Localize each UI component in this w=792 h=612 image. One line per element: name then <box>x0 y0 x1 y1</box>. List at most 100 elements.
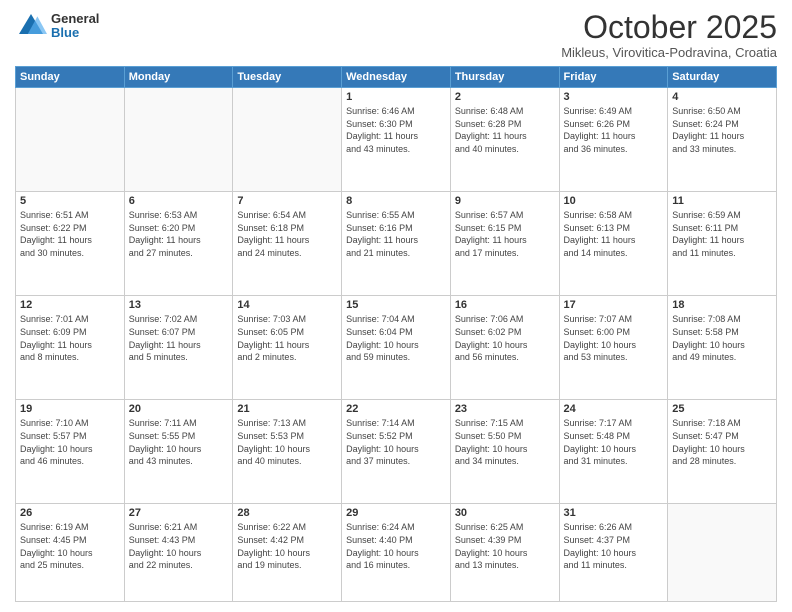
day-info: Sunrise: 6:22 AM Sunset: 4:42 PM Dayligh… <box>237 521 337 571</box>
day-number: 30 <box>455 507 555 519</box>
table-row: 24 Sunrise: 7:17 AM Sunset: 5:48 PM Dayli… <box>559 400 668 504</box>
day-number: 27 <box>129 507 229 519</box>
day-number: 8 <box>346 195 446 207</box>
day-info: Sunrise: 7:02 AM Sunset: 6:07 PM Dayligh… <box>129 313 229 363</box>
table-row: 19 Sunrise: 7:10 AM Sunset: 5:57 PM Dayli… <box>16 400 125 504</box>
day-number: 11 <box>672 195 772 207</box>
day-number: 1 <box>346 91 446 103</box>
day-number: 9 <box>455 195 555 207</box>
table-row: 2Sunrise: 6:48 AM Sunset: 6:28 PM Daylig… <box>450 88 559 192</box>
day-info: Sunrise: 6:58 AM Sunset: 6:13 PM Dayligh… <box>564 209 664 259</box>
col-tuesday: Tuesday <box>233 67 342 88</box>
col-monday: Monday <box>124 67 233 88</box>
day-number: 28 <box>237 507 337 519</box>
page: General Blue October 2025 Mikleus, Virov… <box>0 0 792 612</box>
day-number: 24 <box>564 403 664 415</box>
day-number: 19 <box>20 403 120 415</box>
table-row: 23 Sunrise: 7:15 AM Sunset: 5:50 PM Dayli… <box>450 400 559 504</box>
title-section: October 2025 Mikleus, Virovitica-Podravi… <box>561 10 777 60</box>
table-row <box>233 88 342 192</box>
logo-general-text: General <box>51 12 99 26</box>
calendar-week-row: 19 Sunrise: 7:10 AM Sunset: 5:57 PM Dayli… <box>16 400 777 504</box>
table-row: 31Sunrise: 6:26 AM Sunset: 4:37 PM Dayli… <box>559 504 668 602</box>
day-info: Sunrise: 6:50 AM Sunset: 6:24 PM Dayligh… <box>672 105 772 155</box>
col-thursday: Thursday <box>450 67 559 88</box>
table-row: 9 Sunrise: 6:57 AM Sunset: 6:15 PM Daylig… <box>450 192 559 296</box>
logo: General Blue <box>15 10 99 42</box>
day-info: Sunrise: 7:03 AM Sunset: 6:05 PM Dayligh… <box>237 313 337 363</box>
day-info: Sunrise: 7:11 AM Sunset: 5:55 PM Dayligh… <box>129 417 229 467</box>
day-info: Sunrise: 6:49 AM Sunset: 6:26 PM Dayligh… <box>564 105 664 155</box>
table-row: 3Sunrise: 6:49 AM Sunset: 6:26 PM Daylig… <box>559 88 668 192</box>
day-number: 29 <box>346 507 446 519</box>
table-row: 25Sunrise: 7:18 AM Sunset: 5:47 PM Dayli… <box>668 400 777 504</box>
day-info: Sunrise: 7:07 AM Sunset: 6:00 PM Dayligh… <box>564 313 664 363</box>
day-number: 7 <box>237 195 337 207</box>
day-number: 10 <box>564 195 664 207</box>
col-saturday: Saturday <box>668 67 777 88</box>
day-info: Sunrise: 6:48 AM Sunset: 6:28 PM Dayligh… <box>455 105 555 155</box>
month-title: October 2025 <box>561 10 777 45</box>
day-info: Sunrise: 7:10 AM Sunset: 5:57 PM Dayligh… <box>20 417 120 467</box>
day-number: 18 <box>672 299 772 311</box>
day-number: 5 <box>20 195 120 207</box>
day-info: Sunrise: 6:57 AM Sunset: 6:15 PM Dayligh… <box>455 209 555 259</box>
logo-icon <box>15 10 47 42</box>
table-row: 5 Sunrise: 6:51 AM Sunset: 6:22 PM Daylig… <box>16 192 125 296</box>
table-row: 8 Sunrise: 6:55 AM Sunset: 6:16 PM Daylig… <box>342 192 451 296</box>
day-info: Sunrise: 6:55 AM Sunset: 6:16 PM Dayligh… <box>346 209 446 259</box>
table-row: 10 Sunrise: 6:58 AM Sunset: 6:13 PM Dayli… <box>559 192 668 296</box>
day-info: Sunrise: 7:08 AM Sunset: 5:58 PM Dayligh… <box>672 313 772 363</box>
day-info: Sunrise: 6:59 AM Sunset: 6:11 PM Dayligh… <box>672 209 772 259</box>
day-number: 16 <box>455 299 555 311</box>
day-number: 31 <box>564 507 664 519</box>
table-row: 20 Sunrise: 7:11 AM Sunset: 5:55 PM Dayli… <box>124 400 233 504</box>
day-number: 17 <box>564 299 664 311</box>
day-number: 6 <box>129 195 229 207</box>
table-row: 28 Sunrise: 6:22 AM Sunset: 4:42 PM Dayli… <box>233 504 342 602</box>
table-row: 13 Sunrise: 7:02 AM Sunset: 6:07 PM Dayli… <box>124 296 233 400</box>
table-row: 11 Sunrise: 6:59 AM Sunset: 6:11 PM Dayli… <box>668 192 777 296</box>
table-row <box>668 504 777 602</box>
day-info: Sunrise: 6:53 AM Sunset: 6:20 PM Dayligh… <box>129 209 229 259</box>
day-number: 23 <box>455 403 555 415</box>
calendar-header-row: Sunday Monday Tuesday Wednesday Thursday… <box>16 67 777 88</box>
table-row: 30Sunrise: 6:25 AM Sunset: 4:39 PM Dayli… <box>450 504 559 602</box>
table-row: 26 Sunrise: 6:19 AM Sunset: 4:45 PM Dayli… <box>16 504 125 602</box>
day-number: 13 <box>129 299 229 311</box>
calendar: Sunday Monday Tuesday Wednesday Thursday… <box>15 66 777 602</box>
day-info: Sunrise: 6:19 AM Sunset: 4:45 PM Dayligh… <box>20 521 120 571</box>
day-number: 26 <box>20 507 120 519</box>
day-number: 14 <box>237 299 337 311</box>
day-info: Sunrise: 7:06 AM Sunset: 6:02 PM Dayligh… <box>455 313 555 363</box>
table-row: 7 Sunrise: 6:54 AM Sunset: 6:18 PM Daylig… <box>233 192 342 296</box>
day-info: Sunrise: 7:17 AM Sunset: 5:48 PM Dayligh… <box>564 417 664 467</box>
day-info: Sunrise: 7:14 AM Sunset: 5:52 PM Dayligh… <box>346 417 446 467</box>
day-number: 20 <box>129 403 229 415</box>
calendar-week-row: 26 Sunrise: 6:19 AM Sunset: 4:45 PM Dayli… <box>16 504 777 602</box>
calendar-week-row: 12Sunrise: 7:01 AM Sunset: 6:09 PM Dayli… <box>16 296 777 400</box>
day-info: Sunrise: 7:15 AM Sunset: 5:50 PM Dayligh… <box>455 417 555 467</box>
day-number: 25 <box>672 403 772 415</box>
day-info: Sunrise: 6:24 AM Sunset: 4:40 PM Dayligh… <box>346 521 446 571</box>
day-number: 15 <box>346 299 446 311</box>
day-number: 22 <box>346 403 446 415</box>
table-row: 14 Sunrise: 7:03 AM Sunset: 6:05 PM Dayli… <box>233 296 342 400</box>
location: Mikleus, Virovitica-Podravina, Croatia <box>561 45 777 60</box>
day-number: 4 <box>672 91 772 103</box>
table-row: 6 Sunrise: 6:53 AM Sunset: 6:20 PM Daylig… <box>124 192 233 296</box>
day-info: Sunrise: 6:51 AM Sunset: 6:22 PM Dayligh… <box>20 209 120 259</box>
table-row: 22 Sunrise: 7:14 AM Sunset: 5:52 PM Dayli… <box>342 400 451 504</box>
table-row: 1Sunrise: 6:46 AM Sunset: 6:30 PM Daylig… <box>342 88 451 192</box>
table-row <box>16 88 125 192</box>
table-row: 17 Sunrise: 7:07 AM Sunset: 6:00 PM Dayli… <box>559 296 668 400</box>
table-row: 29 Sunrise: 6:24 AM Sunset: 4:40 PM Dayli… <box>342 504 451 602</box>
table-row: 12Sunrise: 7:01 AM Sunset: 6:09 PM Dayli… <box>16 296 125 400</box>
table-row: 4 Sunrise: 6:50 AM Sunset: 6:24 PM Daylig… <box>668 88 777 192</box>
calendar-week-row: 5 Sunrise: 6:51 AM Sunset: 6:22 PM Daylig… <box>16 192 777 296</box>
day-number: 21 <box>237 403 337 415</box>
header: General Blue October 2025 Mikleus, Virov… <box>15 10 777 60</box>
day-info: Sunrise: 6:21 AM Sunset: 4:43 PM Dayligh… <box>129 521 229 571</box>
day-info: Sunrise: 6:54 AM Sunset: 6:18 PM Dayligh… <box>237 209 337 259</box>
day-info: Sunrise: 7:04 AM Sunset: 6:04 PM Dayligh… <box>346 313 446 363</box>
